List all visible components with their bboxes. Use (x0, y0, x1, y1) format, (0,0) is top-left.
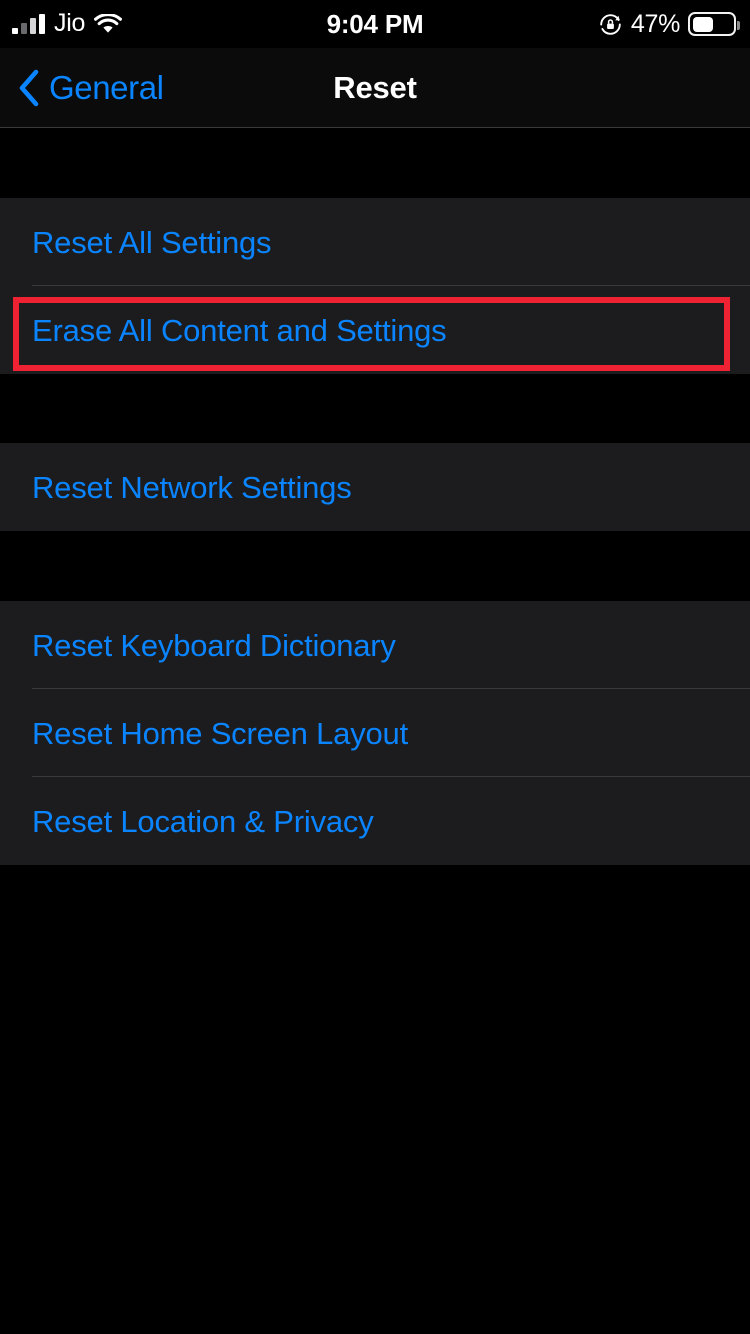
reset-misc-group: Reset Keyboard Dictionary Reset Home Scr… (0, 601, 750, 865)
status-bar: Jio 9:04 PM 47% (0, 0, 750, 48)
reset-network-group: Reset Network Settings (0, 443, 750, 531)
cell-label: Reset All Settings (32, 224, 272, 260)
cell-label: Reset Network Settings (32, 469, 352, 505)
reset-primary-group: Reset All Settings Erase All Content and… (0, 198, 750, 374)
group-spacer-1 (0, 374, 750, 443)
group-spacer-2 (0, 531, 750, 601)
cell-reset-all-settings[interactable]: Reset All Settings (0, 198, 750, 286)
rotation-lock-icon (598, 12, 623, 37)
cell-reset-location-and-privacy[interactable]: Reset Location & Privacy (0, 777, 750, 865)
group-spacer-top (0, 129, 750, 198)
navigation-bar: General Reset (0, 48, 750, 128)
clock-label: 9:04 PM (326, 8, 424, 39)
cell-reset-home-screen-layout[interactable]: Reset Home Screen Layout (0, 689, 750, 777)
settings-list: Reset All Settings Erase All Content and… (0, 129, 750, 1334)
status-bar-right: 47% (598, 0, 740, 48)
cell-label: Reset Keyboard Dictionary (32, 627, 396, 663)
cell-label: Erase All Content and Settings (32, 312, 447, 348)
battery-fill (692, 16, 714, 32)
cell-reset-network-settings[interactable]: Reset Network Settings (0, 443, 750, 531)
iphone-settings-reset-screen: Jio 9:04 PM 47% General Reset Reset All … (0, 0, 750, 1334)
cell-label: Reset Home Screen Layout (32, 715, 409, 751)
battery-icon (688, 12, 740, 36)
cell-label: Reset Location & Privacy (32, 803, 374, 839)
cell-reset-keyboard-dictionary[interactable]: Reset Keyboard Dictionary (0, 601, 750, 689)
cell-erase-all-content-and-settings[interactable]: Erase All Content and Settings (0, 286, 750, 374)
page-title: Reset (333, 69, 417, 105)
battery-percent-label: 47% (630, 9, 680, 38)
